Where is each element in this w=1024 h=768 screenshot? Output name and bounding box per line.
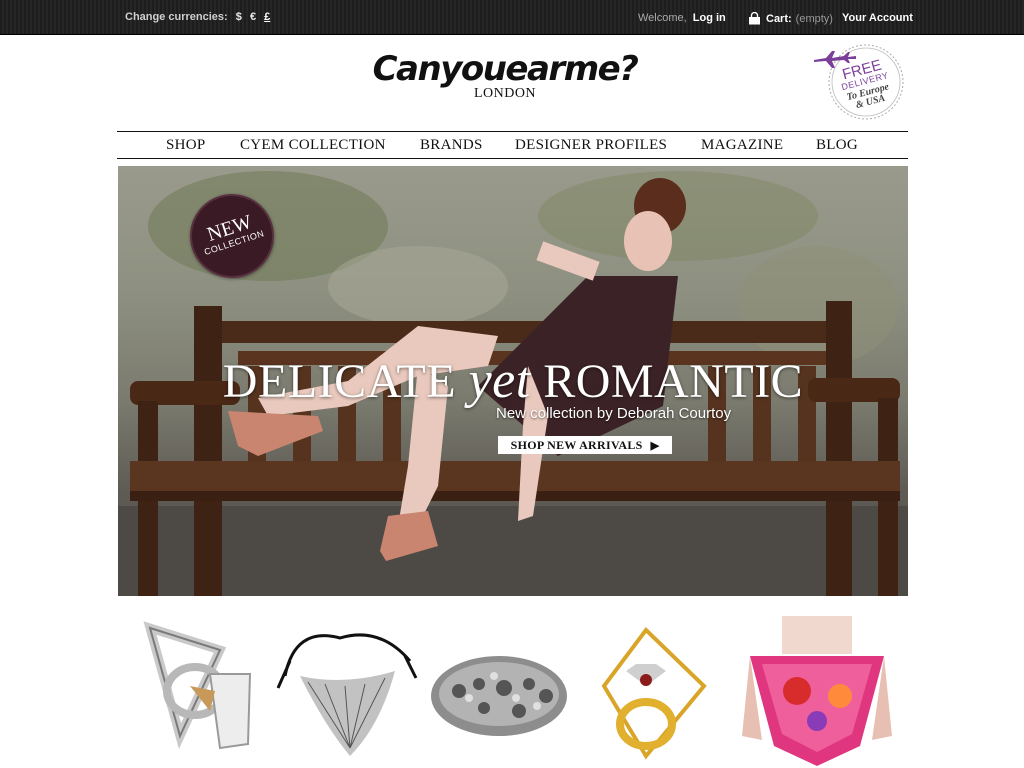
diamond-ring-image (601, 626, 707, 760)
welcome-text: Welcome, (638, 12, 687, 24)
hero-banner[interactable]: NEW COLLECTION DELICATE yet ROMANTIC New… (118, 166, 908, 596)
main-nav: SHOP CYEM COLLECTION BRANDS DESIGNER PRO… (117, 131, 908, 159)
nav-brands[interactable]: BRANDS (420, 137, 483, 154)
cart-link[interactable]: Cart: (empty) (748, 12, 833, 25)
hero-title: DELICATE yet ROMANTIC (118, 355, 908, 408)
currency-usd[interactable]: $ (236, 11, 242, 23)
currencies-label: Change currencies: (125, 11, 228, 23)
product-triangle-ring[interactable] (120, 616, 270, 766)
product-ribbon-necklace[interactable] (270, 616, 420, 766)
crystal-bracelet-image (431, 656, 567, 736)
hero-title-part-2: yet (468, 352, 531, 409)
product-silk-scarf[interactable] (742, 616, 892, 766)
hero-subtitle: New collection by Deborah Courtoy (496, 405, 732, 422)
shop-new-arrivals-button[interactable]: SHOP NEW ARRIVALS ▶ (498, 436, 672, 454)
cart-status: (empty) (795, 12, 833, 25)
cart-label: Cart: (766, 12, 792, 25)
free-delivery-stamp: FREE DELIVERY To Europe & USA (812, 42, 908, 122)
your-account-link[interactable]: Your Account (842, 12, 913, 24)
login-link[interactable]: Log in (693, 12, 726, 24)
product-diamond-ring[interactable] (586, 616, 736, 766)
product-crystal-bracelet[interactable] (424, 616, 574, 766)
currency-eur[interactable]: € (250, 11, 256, 23)
nav-blog[interactable]: BLOG (816, 137, 858, 154)
welcome-message: Welcome, Log in (638, 12, 726, 24)
silk-scarf-image (742, 616, 892, 766)
nav-cyem-collection[interactable]: CYEM COLLECTION (240, 137, 386, 154)
shopping-bag-icon (749, 12, 760, 25)
nav-designer-profiles[interactable]: DESIGNER PROFILES (515, 137, 667, 154)
logo-wordmark: Canyouearme? (372, 49, 639, 89)
nav-magazine[interactable]: MAGAZINE (701, 137, 783, 154)
play-arrow-icon: ▶ (650, 439, 660, 452)
cta-label: SHOP NEW ARRIVALS (510, 437, 643, 452)
nav-shop[interactable]: SHOP (166, 137, 206, 154)
currency-switcher: Change currencies: $ € £ (125, 11, 270, 23)
site-logo[interactable]: Canyouearme? LONDON (360, 50, 650, 116)
top-bar: Change currencies: $ € £ Welcome, Log in… (0, 0, 1024, 35)
hero-title-part-3: ROMANTIC (530, 355, 804, 408)
ribbon-necklace-image (276, 633, 418, 756)
hero-title-part-1: DELICATE (222, 355, 469, 408)
triangle-ring-image (143, 621, 252, 750)
currency-gbp[interactable]: £ (264, 11, 270, 23)
